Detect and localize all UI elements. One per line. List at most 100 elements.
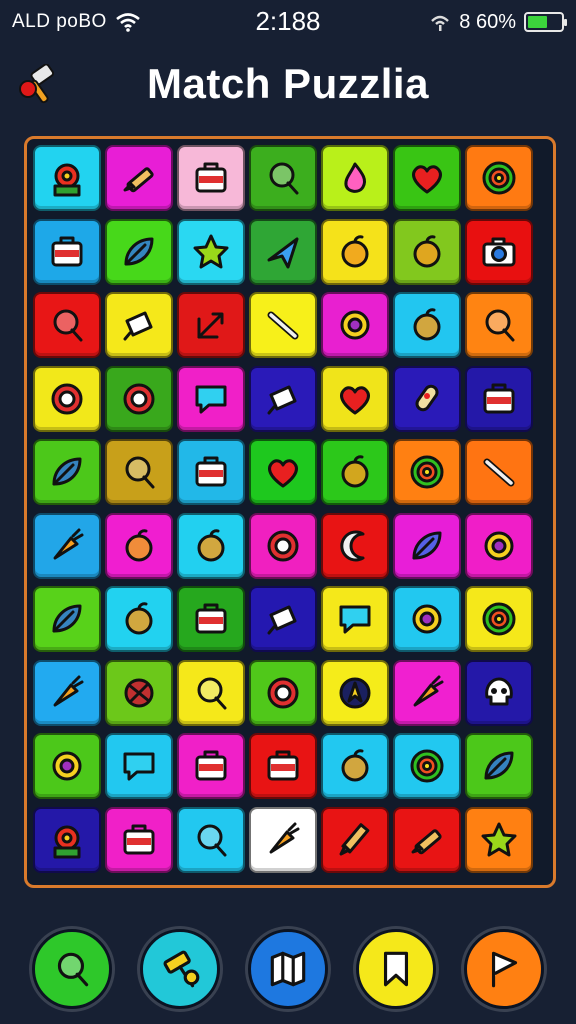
board-tile[interactable] [249,365,317,432]
board-tile[interactable] [249,733,317,799]
board-tile[interactable] [33,806,101,873]
fruit-icon [413,308,441,341]
board-tile[interactable] [321,365,389,432]
board-tile[interactable] [177,512,245,579]
board-tile[interactable] [177,365,245,432]
board-tile[interactable] [177,218,245,285]
board-tile[interactable] [321,145,389,211]
board-tile[interactable] [177,659,245,726]
fruit-icon [197,528,225,561]
ring-icon [52,751,82,781]
target-icon [410,749,444,783]
board-tile[interactable] [105,806,173,873]
hammer-tool-button[interactable] [140,929,220,1009]
board-tile[interactable] [105,733,173,799]
board-tile[interactable] [105,586,173,652]
status-time: 2:188 [255,6,321,36]
board-tile[interactable] [321,586,389,652]
board-tile[interactable] [33,145,101,211]
brush-icon [123,167,154,193]
heart-icon [340,385,370,414]
board-tile[interactable] [105,218,173,285]
board-tile[interactable] [33,512,101,579]
board-tile[interactable] [33,733,101,799]
board-tile[interactable] [177,439,245,505]
board-tile[interactable] [321,659,389,726]
board-tile[interactable] [321,733,389,799]
board-tile[interactable] [393,512,461,579]
lollipop-icon [57,952,89,987]
board-tile[interactable] [393,733,461,799]
board-tile[interactable] [177,586,245,652]
target-icon [482,161,516,195]
bookmark-tool-button[interactable] [356,929,436,1009]
board-tile[interactable] [105,512,173,579]
board-tile[interactable] [393,292,461,358]
board-tile[interactable] [393,586,461,652]
board-tile[interactable] [321,439,389,505]
board-tile[interactable] [177,806,245,873]
board-tile[interactable] [465,292,533,358]
board-tile[interactable] [249,218,317,285]
board-tile[interactable] [393,659,461,726]
lollipop-tool-button[interactable] [32,929,112,1009]
board-tile[interactable] [249,145,317,211]
board-tile[interactable] [105,439,173,505]
board-tile[interactable] [465,512,533,579]
flag-icon [491,951,518,988]
board-tile[interactable] [105,292,173,358]
board-tile[interactable] [177,145,245,211]
board-tile[interactable] [393,439,461,505]
board-tile[interactable] [465,659,533,726]
board-tile[interactable] [105,365,173,432]
board-tile[interactable] [249,292,317,358]
board-tile[interactable] [105,145,173,211]
gear-icon [51,383,83,414]
bag-icon [267,750,299,781]
board-tile[interactable] [33,292,101,358]
board-tile[interactable] [393,365,461,432]
flower-icon [53,163,81,197]
board-tile[interactable] [393,806,461,873]
board-tile[interactable] [393,218,461,285]
board-tile[interactable] [249,659,317,726]
chat-icon [123,752,155,781]
target-icon [482,602,516,636]
board-tile[interactable] [465,806,533,873]
board-tile[interactable] [177,733,245,799]
hammer-button[interactable] [14,62,64,106]
board-tile[interactable] [321,512,389,579]
board-tile[interactable] [33,439,101,505]
board-tile[interactable] [465,145,533,211]
board-tile[interactable] [465,586,533,652]
leaf-icon [484,751,514,780]
board-tile[interactable] [33,659,101,726]
knife-icon [267,311,299,340]
icecream-icon [123,311,153,341]
board-tile[interactable] [249,439,317,505]
board-tile[interactable] [321,292,389,358]
board-tile[interactable] [33,218,101,285]
board-tile[interactable] [465,733,533,799]
battery-icon [524,12,567,32]
board-tile[interactable] [249,806,317,873]
board-tile[interactable] [321,218,389,285]
brush-icon [411,828,442,854]
carrot-icon [413,675,444,706]
board-tile[interactable] [465,439,533,505]
board-tile[interactable] [33,586,101,652]
board-tile[interactable] [177,292,245,358]
board-tile[interactable] [249,586,317,652]
chat-icon [339,605,371,634]
board-tile[interactable] [33,365,101,432]
board-tile[interactable] [249,512,317,579]
board-tile[interactable] [105,659,173,726]
board-tile[interactable] [465,365,533,432]
map-tool-button[interactable] [248,929,328,1009]
flag-tool-button[interactable] [464,929,544,1009]
board-tile[interactable] [321,806,389,873]
leaf-icon [52,604,82,633]
board-tile[interactable] [465,218,533,285]
lollipop-icon [125,456,155,489]
board-tile[interactable] [393,145,461,211]
